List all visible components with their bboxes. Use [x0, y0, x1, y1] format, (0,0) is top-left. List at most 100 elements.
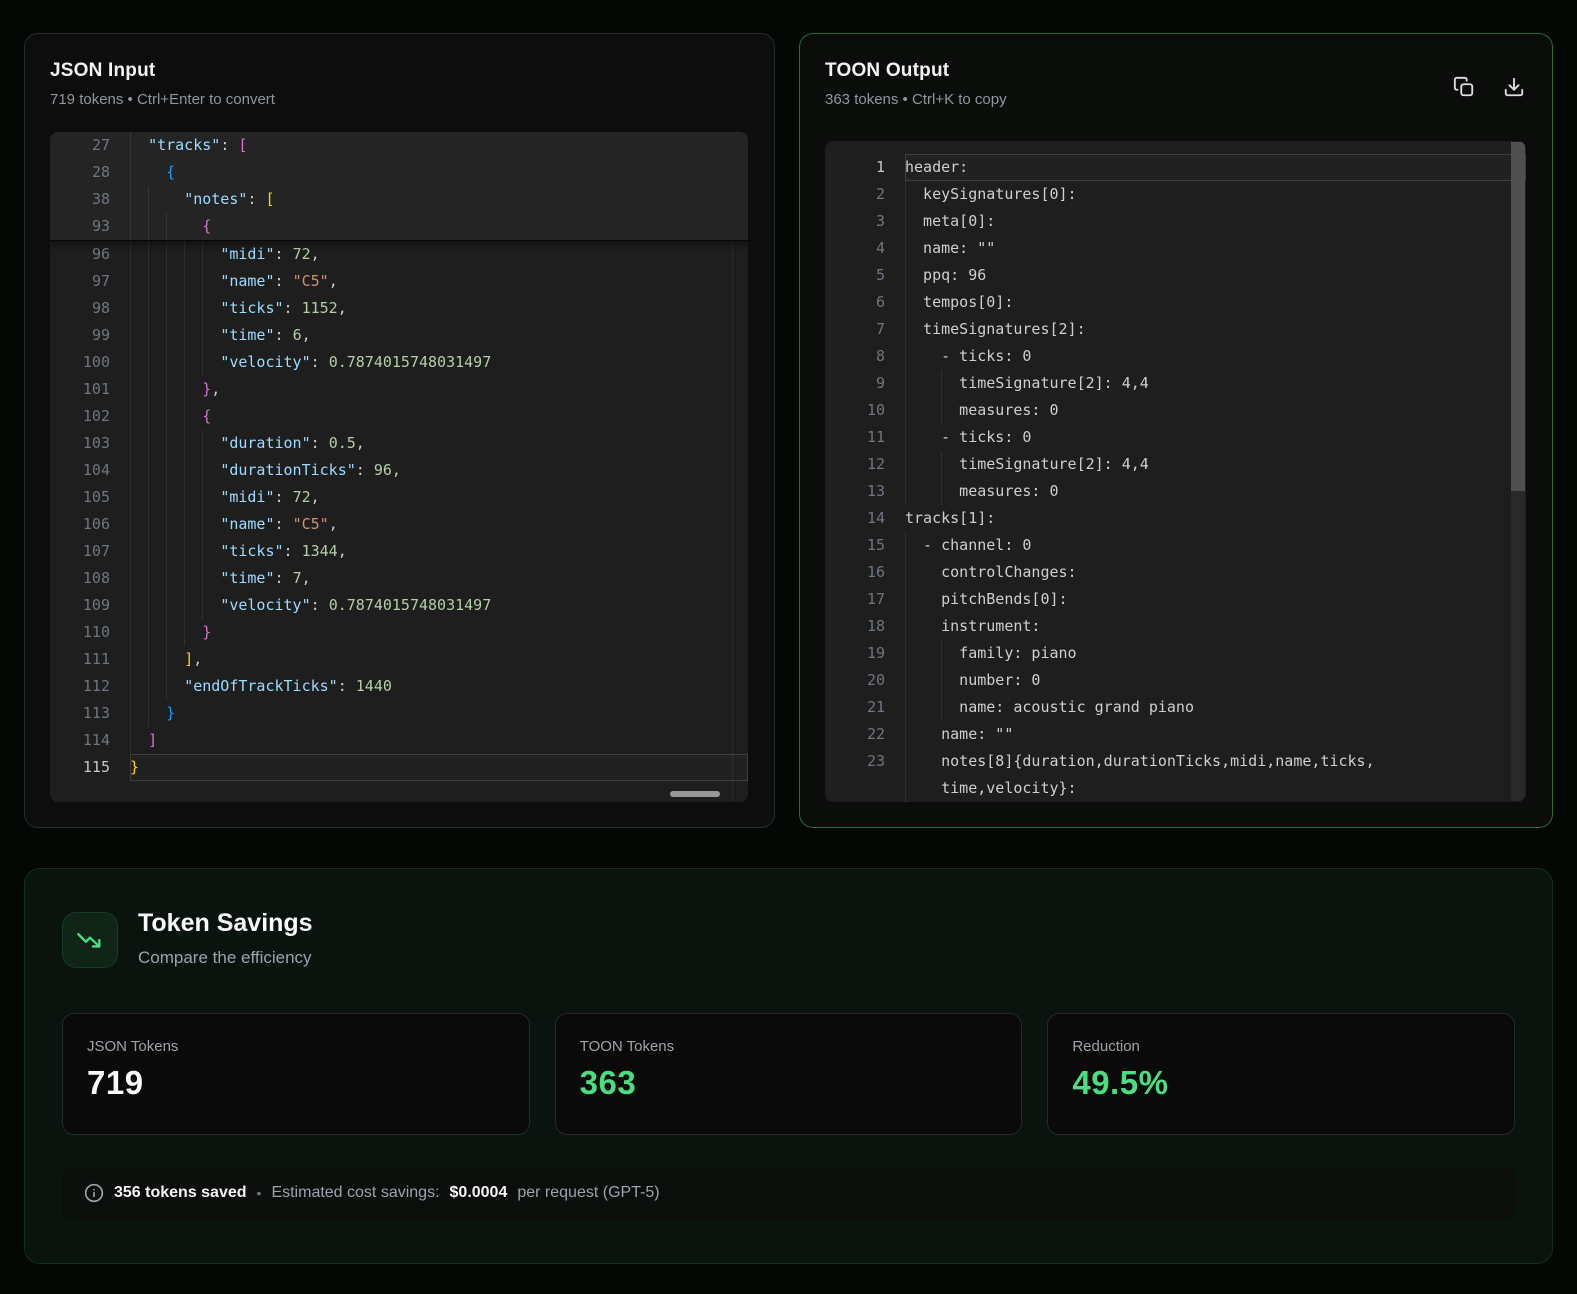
line-content: "ticks": 1152,	[130, 295, 748, 322]
indent-guide	[166, 349, 168, 376]
download-button[interactable]	[1503, 76, 1525, 98]
line-content: timeSignatures[2]:	[905, 316, 1526, 343]
code-line: 13 measures: 0	[825, 478, 1526, 505]
line-content: number: 0	[905, 667, 1526, 694]
line-content: {	[130, 403, 748, 430]
line-content: "midi": 72,	[130, 241, 748, 268]
line-number: 4	[875, 239, 885, 257]
indent-guide	[184, 511, 186, 538]
indent-guide	[184, 484, 186, 511]
line-number: 10	[866, 401, 885, 419]
cost-savings-amount: $0.0004	[449, 1184, 508, 1201]
indent-guide	[905, 235, 906, 262]
line-number: 6	[875, 293, 885, 311]
line-content: name: acoustic grand piano	[905, 694, 1526, 721]
indent-guide	[184, 403, 186, 430]
indent-guide	[130, 268, 131, 295]
line-content: instrument:	[905, 613, 1526, 640]
line-content: ppq: 96	[905, 262, 1526, 289]
code-line: 9 timeSignature[2]: 4,4	[825, 370, 1526, 397]
indent-guide	[166, 511, 168, 538]
indent-guide	[148, 646, 150, 673]
json-vertical-scrollbar[interactable]	[732, 244, 747, 801]
indent-guide	[905, 343, 906, 370]
line-number: 104	[82, 461, 110, 479]
indent-guide	[184, 376, 186, 403]
line-number: 2	[875, 185, 885, 203]
line-content: }	[130, 700, 748, 727]
line-number: 103	[82, 434, 110, 452]
line-number: 98	[91, 299, 110, 317]
indent-guide	[148, 511, 150, 538]
indent-guide	[941, 667, 943, 694]
stat-label: JSON Tokens	[87, 1038, 179, 1055]
line-content: },	[130, 376, 748, 403]
indent-guide	[148, 430, 150, 457]
code-line: 113 }	[50, 700, 748, 727]
indent-guide	[202, 565, 204, 592]
line-content: ]	[130, 727, 748, 754]
indent-guide	[130, 565, 131, 592]
indent-guide	[148, 565, 150, 592]
indent-guide	[202, 349, 204, 376]
indent-guide	[202, 538, 204, 565]
indent-guide	[905, 559, 906, 586]
toon-vertical-scrollbar[interactable]	[1511, 142, 1525, 801]
line-number: 112	[82, 677, 110, 695]
indent-guide	[166, 430, 168, 457]
code-line: 105 "midi": 72,	[50, 484, 748, 511]
indent-guide	[202, 430, 204, 457]
line-number: 106	[82, 515, 110, 533]
code-line: time,velocity}:	[825, 775, 1526, 802]
line-number: 11	[866, 428, 885, 446]
indent-guide	[130, 646, 131, 673]
indent-guide	[905, 748, 906, 775]
stat-reduction: Reduction 49.5%	[1047, 1013, 1516, 1135]
stat-label: Reduction	[1072, 1038, 1140, 1055]
indent-guide	[184, 592, 186, 619]
line-content: tracks[1]:	[905, 509, 996, 527]
code-line: 111 ],	[50, 646, 748, 673]
line-number: 17	[866, 590, 885, 608]
indent-guide	[941, 694, 943, 721]
tokens-saved-text: 356 tokens saved	[114, 1184, 247, 1201]
code-line: 98 "ticks": 1152,	[50, 295, 748, 322]
code-line: 102 {	[50, 403, 748, 430]
indent-guide	[184, 295, 186, 322]
line-content: "endOfTrackTicks": 1440	[130, 673, 748, 700]
indent-guide	[905, 262, 906, 289]
indent-guide	[905, 640, 906, 667]
line-number: 13	[866, 482, 885, 500]
line-content: time,velocity}:	[905, 775, 1526, 802]
line-content: "midi": 72,	[130, 484, 748, 511]
indent-guide	[905, 316, 906, 343]
line-content: "velocity": 0.7874015748031497	[130, 349, 748, 376]
toon-editor[interactable]: 1 header: 2 keySignatures[0]: 3 meta[0]: 4 n…	[825, 141, 1526, 802]
indent-guide	[184, 349, 186, 376]
line-number: 99	[91, 326, 110, 344]
line-number: 22	[866, 725, 885, 743]
line-number: 108	[82, 569, 110, 587]
line-number: 28	[91, 163, 110, 181]
indent-guide	[166, 403, 168, 430]
indent-guide	[202, 511, 204, 538]
line-number	[825, 775, 905, 802]
line-number: 93	[91, 217, 110, 235]
code-line: 10 measures: 0	[825, 397, 1526, 424]
page: JSON Input 719 tokens • Ctrl+Enter to co…	[0, 0, 1577, 1294]
code-line: 1 header:	[825, 154, 1526, 181]
json-editor[interactable]: 27 "tracks": [28 {38 "notes": [93 { 96 "…	[50, 132, 748, 802]
indent-guide	[166, 619, 168, 646]
indent-guide	[184, 241, 186, 268]
indent-guide	[130, 673, 131, 700]
copy-button[interactable]	[1453, 76, 1475, 98]
toon-vertical-scrollbar-thumb[interactable]	[1511, 142, 1525, 492]
json-horizontal-scrollbar-thumb[interactable]	[670, 791, 720, 797]
savings-title: Token Savings	[138, 909, 313, 937]
line-content: name: ""	[905, 235, 1526, 262]
indent-guide	[166, 646, 168, 673]
code-line: 100 "velocity": 0.7874015748031497	[50, 349, 748, 376]
line-number: 20	[866, 671, 885, 689]
code-line: 6 tempos[0]:	[825, 289, 1526, 316]
copy-icon	[1453, 76, 1475, 98]
